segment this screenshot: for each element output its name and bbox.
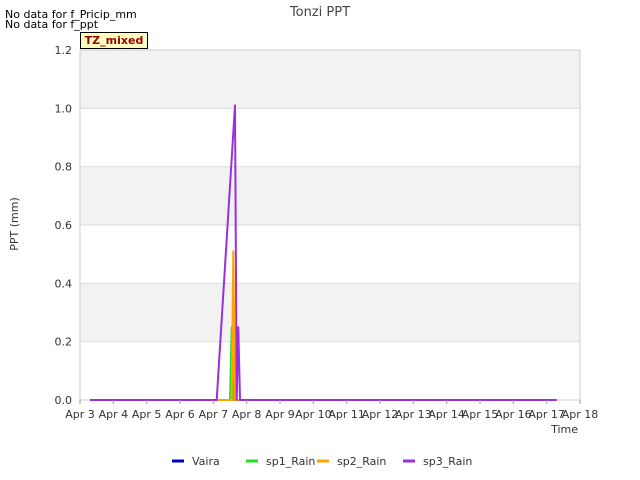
x-tick-label: Apr 8 [232, 408, 262, 421]
x-tick-label: Apr 11 [328, 408, 365, 421]
x-tick-label: Apr 4 [99, 408, 129, 421]
y-tick-label: 1.2 [55, 44, 73, 57]
legend-label: sp2_Rain [337, 455, 386, 468]
plot-band [80, 166, 580, 225]
y-tick-label: 0.2 [55, 336, 73, 349]
x-tick-label: Apr 12 [362, 408, 399, 421]
plot-band [80, 225, 580, 284]
x-tick-label: Apr 3 [65, 408, 95, 421]
x-tick-label: Apr 15 [462, 408, 499, 421]
plot-band [80, 50, 580, 109]
legend-label: Vaira [192, 455, 220, 468]
x-tick-label: Apr 7 [199, 408, 229, 421]
y-tick-label: 1.0 [55, 102, 73, 115]
x-axis-label: Time [550, 423, 578, 436]
y-tick-label: 0.0 [55, 394, 73, 407]
x-tick-label: Apr 10 [295, 408, 332, 421]
plot-band [80, 283, 580, 342]
x-tick-label: Apr 13 [395, 408, 432, 421]
plot-band [80, 108, 580, 167]
chart: 0.00.20.40.60.81.01.2 Apr 3 Apr 4 Apr 5 Apr… [8, 5, 599, 468]
y-tick-label: 0.8 [55, 161, 73, 174]
legend: Vaira sp1_Rain sp2_Rain sp3_Rain [172, 455, 472, 468]
x-tick-label: Apr 9 [265, 408, 295, 421]
plot-band [80, 341, 580, 400]
y-tick-label: 0.4 [55, 277, 73, 290]
x-tick-label: Apr 18 [562, 408, 599, 421]
x-tick-label: Apr 6 [165, 408, 195, 421]
chart-title: Tonzi PPT [289, 5, 350, 20]
legend-label: sp3_Rain [423, 455, 472, 468]
legend-label: sp1_Rain [266, 455, 315, 468]
x-tick-label: Apr 5 [132, 408, 162, 421]
tz-mixed-badge: TZ_mixed [80, 32, 148, 49]
y-axis-label: PPT (mm) [8, 197, 21, 251]
x-tick-label: Apr 16 [495, 408, 532, 421]
x-tick-label: Apr 14 [428, 408, 465, 421]
y-tick-label: 0.6 [55, 219, 73, 232]
x-tick-label: Apr 17 [528, 408, 565, 421]
